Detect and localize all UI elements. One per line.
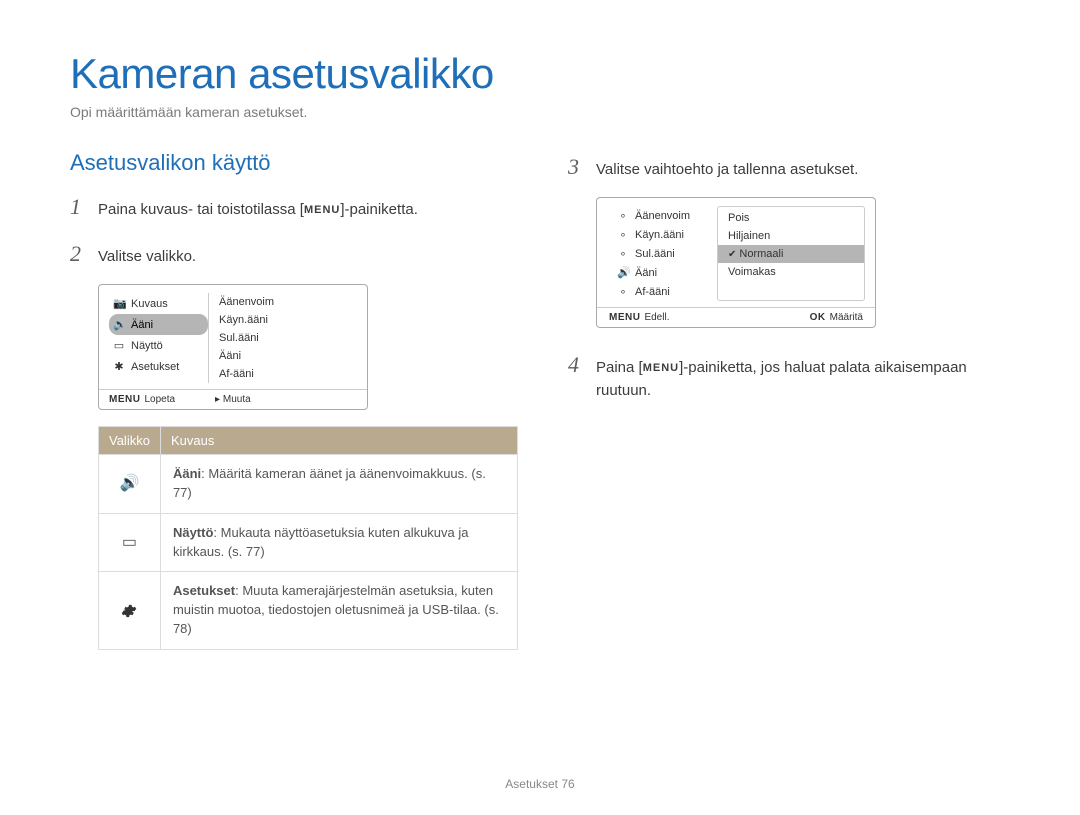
table-row: 🔊 Ääni: Määritä kameran äänet ja äänenvo… — [99, 455, 518, 514]
step-1-text-pre: Paina kuvaus- tai toistotilassa [ — [98, 201, 304, 218]
list-item: Hiljainen — [718, 227, 864, 245]
screen2-right-list: Pois Hiljainen ✔Normaali Voimakas — [717, 206, 865, 301]
menu-label: MENU — [304, 202, 340, 219]
list-item: 📷Kuvaus — [109, 293, 208, 314]
footer-left: MENUEdell. — [609, 312, 669, 323]
table-row: ▭ Näyttö: Mukauta näyttöasetuksia kuten … — [99, 513, 518, 572]
camera-menu-screenshot-1: 📷Kuvaus 🔊Ääni ▭Näyttö ✱Asetukset Äänenvo… — [98, 284, 368, 410]
footer-left: MENULopeta — [109, 394, 175, 405]
step-4: 4 Paina [MENU]-painiketta, jos haluat pa… — [568, 348, 1010, 402]
list-item: ▭Näyttö — [109, 335, 208, 356]
footer-right: OKMääritä — [810, 312, 863, 323]
menu-label: MENU — [643, 360, 679, 377]
list-item: Pois — [718, 209, 864, 227]
gear-icon — [99, 572, 161, 650]
gear-icon: ✱ — [113, 360, 125, 373]
step-number: 3 — [568, 150, 586, 183]
step-number: 1 — [70, 190, 88, 223]
screen2-left-list: ∘Äänenvoim ∘Käyn.ääni ∘Sul.ääni 🔊Ääni ∘A… — [597, 206, 717, 301]
step-1: 1 Paina kuvaus- tai toistotilassa [MENU]… — [70, 190, 518, 223]
page-subtitle: Opi määrittämään kameran asetukset. — [70, 104, 1010, 120]
list-item-selected: ✔Normaali — [718, 245, 864, 263]
step-number: 2 — [70, 237, 88, 270]
list-item: ∘Käyn.ääni — [615, 225, 717, 244]
step-3-text: Valitse vaihtoehto ja tallenna asetukset… — [596, 159, 1010, 182]
page-title: Kameran asetusvalikko — [70, 50, 1010, 98]
list-item: Äänenvoim — [217, 293, 359, 311]
list-item-selected: 🔊Ääni — [109, 314, 208, 335]
sound-icon: 🔊 — [617, 266, 629, 279]
list-item: Sul.ääni — [217, 329, 359, 347]
menu-description-table: Valikko Kuvaus 🔊 Ääni: Määritä kameran ä… — [98, 426, 518, 650]
list-item: ∘Sul.ääni — [615, 244, 717, 263]
footer-right: ▸ Muuta — [215, 394, 251, 405]
page-footer: Asetukset 76 — [0, 777, 1080, 791]
screen1-left-list: 📷Kuvaus 🔊Ääni ▭Näyttö ✱Asetukset — [99, 293, 209, 383]
list-item: Voimakas — [718, 263, 864, 281]
step-4-text-pre: Paina [ — [596, 359, 643, 376]
list-item: ∘Af-ääni — [615, 282, 717, 301]
step-2-text: Valitse valikko. — [98, 246, 518, 269]
table-header-menu: Valikko — [99, 427, 161, 455]
step-number: 4 — [568, 348, 586, 381]
list-item: Af-ääni — [217, 365, 359, 383]
display-icon: ▭ — [113, 339, 125, 352]
list-item: 🔊Ääni — [615, 263, 717, 282]
sound-icon: 🔊 — [113, 318, 125, 331]
table-row: Asetukset: Muuta kamerajärjestelmän aset… — [99, 572, 518, 650]
check-icon: ✔ — [728, 249, 736, 260]
screen1-right-list: Äänenvoim Käyn.ääni Sul.ääni Ääni Af-ään… — [209, 293, 367, 383]
step-2: 2 Valitse valikko. — [70, 237, 518, 270]
display-icon: ▭ — [99, 513, 161, 572]
list-item: Ääni — [217, 347, 359, 365]
list-item: Käyn.ääni — [217, 311, 359, 329]
camera-menu-screenshot-2: ∘Äänenvoim ∘Käyn.ääni ∘Sul.ääni 🔊Ääni ∘A… — [596, 197, 876, 328]
camera-icon: 📷 — [113, 297, 125, 310]
step-1-text-post: ]-painiketta. — [340, 201, 418, 218]
section-heading: Asetusvalikon käyttö — [70, 150, 518, 176]
sound-icon: 🔊 — [99, 455, 161, 514]
list-item: ✱Asetukset — [109, 356, 208, 377]
list-item: ∘Äänenvoim — [615, 206, 717, 225]
table-header-desc: Kuvaus — [160, 427, 517, 455]
step-3: 3 Valitse vaihtoehto ja tallenna asetuks… — [568, 150, 1010, 183]
